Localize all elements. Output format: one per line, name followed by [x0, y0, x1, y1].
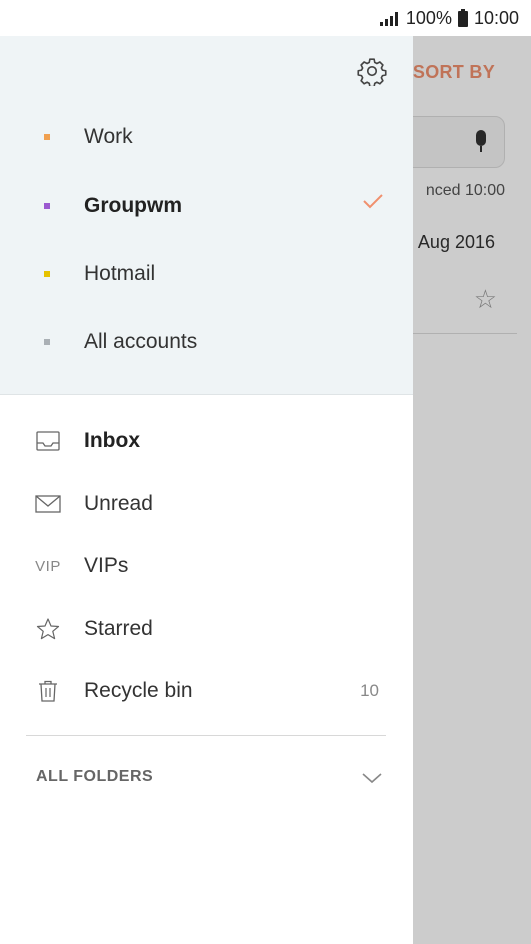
folder-label: Inbox — [84, 429, 140, 452]
status-bar: 100% 10:00 — [0, 0, 531, 36]
account-item-all-accounts[interactable]: All accounts — [0, 314, 413, 370]
folder-count: 10 — [360, 681, 379, 700]
status-indicators: 100% 10:00 — [379, 8, 519, 29]
folder-label: Starred — [84, 617, 153, 640]
account-color-dot — [44, 271, 50, 277]
star-icon — [36, 618, 60, 640]
trash-icon — [39, 680, 57, 702]
account-color-dot — [44, 339, 50, 345]
folder-item-starred[interactable]: Starred — [0, 603, 413, 655]
account-color-dot — [44, 134, 50, 140]
account-label: All accounts — [84, 330, 198, 353]
signal-icon — [379, 11, 398, 26]
checkmark-icon — [363, 194, 383, 209]
all-folders-header[interactable]: ALL FOLDERS — [36, 768, 153, 786]
folders-divider — [26, 735, 386, 736]
account-item-groupwm[interactable]: Groupwm — [0, 178, 413, 234]
clock: 10:00 — [473, 8, 519, 28]
gear-icon[interactable] — [357, 56, 387, 86]
battery-percent: 100% — [405, 8, 452, 28]
account-label: Groupwm — [84, 194, 182, 217]
battery-icon — [457, 8, 468, 27]
folder-label: Unread — [84, 492, 153, 515]
folder-item-inbox[interactable]: Inbox — [0, 415, 413, 467]
accounts-section: Work Groupwm Hotmail All accounts — [0, 36, 413, 395]
inbox-icon — [36, 431, 60, 451]
account-label: Work — [84, 125, 133, 148]
envelope-icon — [35, 495, 61, 513]
folder-label: Recycle bin — [84, 679, 193, 702]
navigation-drawer: Work Groupwm Hotmail All accounts Inbox — [0, 36, 413, 944]
account-color-dot — [44, 203, 50, 209]
folder-item-vips[interactable]: VIP VIPs — [0, 540, 413, 592]
account-label: Hotmail — [84, 262, 156, 285]
folder-label: VIPs — [84, 554, 129, 577]
chevron-down-icon[interactable] — [361, 771, 383, 785]
account-item-work[interactable]: Work — [0, 109, 413, 165]
account-item-hotmail[interactable]: Hotmail — [0, 246, 413, 302]
folder-item-unread[interactable]: Unread — [0, 478, 413, 530]
folder-item-recycle-bin[interactable]: Recycle bin 10 — [0, 665, 413, 717]
vip-icon: VIP — [35, 557, 61, 575]
